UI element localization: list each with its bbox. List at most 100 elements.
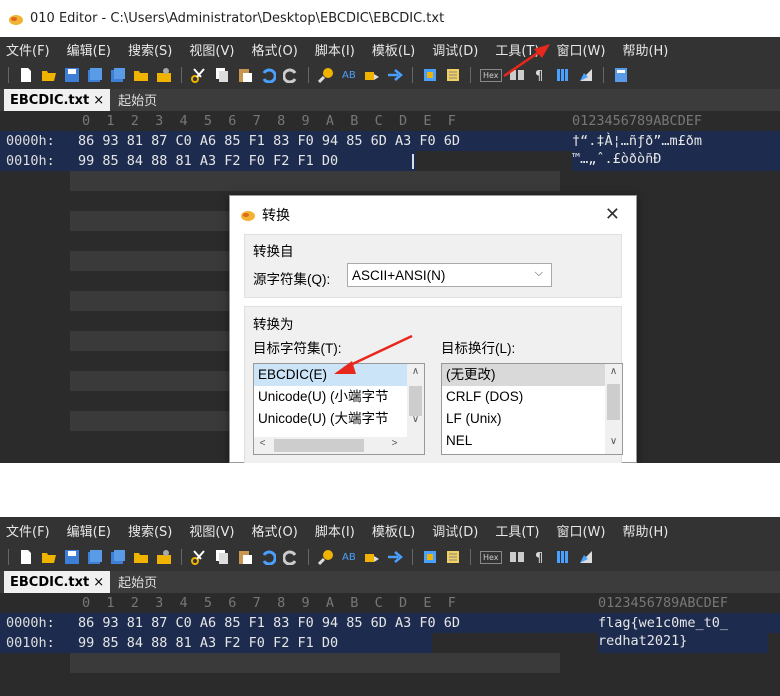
- tab-close-icon[interactable]: ×: [93, 575, 104, 590]
- list-item[interactable]: Unicode(U) (小端字节: [254, 386, 409, 408]
- menu-debug[interactable]: 调试(D): [432, 521, 478, 540]
- menu-edit[interactable]: 编辑(E): [67, 521, 111, 540]
- row-ascii[interactable]: ™…„ˆ.£òðòñÐ: [572, 151, 661, 167]
- redo-icon[interactable]: [283, 67, 299, 83]
- menu-tools[interactable]: 工具(T): [495, 521, 539, 540]
- target-newline-list[interactable]: (无更改) CRLF (DOS) LF (Unix) NEL ∧ ∨: [441, 363, 623, 455]
- menu-script[interactable]: 脚本(I): [315, 40, 355, 59]
- new-file-icon[interactable]: [18, 549, 34, 565]
- scroll-right-icon[interactable]: >: [386, 438, 403, 449]
- hex-row[interactable]: 0000h: 86 93 81 87 C0 A6 85 F1 83 F0 94 …: [0, 131, 780, 151]
- menu-window[interactable]: 窗口(W): [556, 40, 605, 59]
- new-file-icon[interactable]: [18, 67, 34, 83]
- scroll-down-icon[interactable]: ∨: [407, 414, 424, 425]
- columns-icon[interactable]: [509, 549, 525, 565]
- menu-window[interactable]: 窗口(W): [556, 521, 605, 540]
- menu-tools[interactable]: 工具(T): [495, 40, 539, 59]
- menu-file[interactable]: 文件(F): [6, 40, 50, 59]
- menu-debug[interactable]: 调试(D): [432, 40, 478, 59]
- open-folder-icon[interactable]: [41, 67, 57, 83]
- source-charset-select[interactable]: ASCII+ANSI(N) ⌵: [347, 263, 552, 287]
- hex-row[interactable]: 0010h: 99 85 84 88 81 A3 F2 F0 F2 F1 D0: [0, 151, 416, 171]
- highlight-icon[interactable]: [578, 67, 594, 83]
- row-ascii[interactable]: flag{we1c0me_t0_: [598, 613, 728, 633]
- row-ascii[interactable]: †“.‡À¦…ñƒð”…m£ðm: [572, 131, 702, 151]
- scroll-down-icon[interactable]: ∨: [605, 436, 622, 447]
- menu-format[interactable]: 格式(O): [251, 521, 297, 540]
- folder-icon[interactable]: [133, 549, 149, 565]
- highlight-icon[interactable]: [578, 549, 594, 565]
- save-all-icon[interactable]: [110, 549, 126, 565]
- columns-icon[interactable]: [509, 67, 525, 83]
- save-all-icon[interactable]: [110, 67, 126, 83]
- target-charset-list[interactable]: EBCDIC(E) Unicode(U) (小端字节 Unicode(U) (大…: [253, 363, 425, 455]
- menu-help[interactable]: 帮助(H): [622, 521, 668, 540]
- row-bytes[interactable]: 86 93 81 87 C0 A6 85 F1 83 F0 94 85 6D A…: [78, 131, 460, 151]
- list-item[interactable]: CRLF (DOS): [442, 386, 607, 408]
- pilcrow-icon[interactable]: ¶: [532, 67, 548, 83]
- menu-search[interactable]: 搜索(S): [128, 40, 172, 59]
- list-item[interactable]: EBCDIC(E): [254, 364, 409, 386]
- menu-search[interactable]: 搜索(S): [128, 521, 172, 540]
- inspector-icon[interactable]: [555, 67, 571, 83]
- save-as-icon[interactable]: [87, 67, 103, 83]
- find-in-files-icon[interactable]: [364, 67, 380, 83]
- goto-icon[interactable]: [387, 549, 403, 565]
- find-icon[interactable]: [318, 67, 334, 83]
- menu-view[interactable]: 视图(V): [189, 521, 234, 540]
- workspace-icon[interactable]: [156, 549, 172, 565]
- row-ascii[interactable]: redhat2021}: [598, 633, 687, 649]
- scroll-left-icon[interactable]: <: [254, 438, 271, 449]
- dialog-close-button[interactable]: ✕: [605, 204, 620, 225]
- vertical-scrollbar[interactable]: ∧ ∨: [407, 364, 424, 454]
- copy-icon[interactable]: [214, 67, 230, 83]
- hex-row[interactable]: 0000h: 86 93 81 87 C0 A6 85 F1 83 F0 94 …: [0, 613, 780, 633]
- script-icon[interactable]: [445, 549, 461, 565]
- save-icon[interactable]: [64, 67, 80, 83]
- menu-file[interactable]: 文件(F): [6, 521, 50, 540]
- calculator-icon[interactable]: [613, 67, 629, 83]
- menu-help[interactable]: 帮助(H): [622, 40, 668, 59]
- find-icon[interactable]: [318, 549, 334, 565]
- cut-icon[interactable]: [191, 549, 207, 565]
- template-icon[interactable]: [422, 67, 438, 83]
- row-bytes[interactable]: 99 85 84 88 81 A3 F2 F0 F2 F1 D0: [78, 151, 338, 171]
- tab-start-page[interactable]: 起始页: [110, 570, 165, 593]
- paste-icon[interactable]: [237, 67, 253, 83]
- menu-script[interactable]: 脚本(I): [315, 521, 355, 540]
- scroll-thumb[interactable]: [274, 439, 364, 452]
- scroll-up-icon[interactable]: ∧: [605, 366, 622, 377]
- save-as-icon[interactable]: [87, 549, 103, 565]
- undo-icon[interactable]: [260, 67, 276, 83]
- row-bytes[interactable]: 99 85 84 88 81 A3 F2 F0 F2 F1 D0: [78, 633, 338, 653]
- tab-start-page[interactable]: 起始页: [110, 88, 165, 111]
- hex-editor[interactable]: 0 1 2 3 4 5 6 7 8 9 A B C D E F 01234567…: [0, 593, 780, 673]
- tab-ebcdic-txt[interactable]: EBCDIC.txt ×: [4, 571, 111, 593]
- vertical-scrollbar[interactable]: ∧ ∨: [605, 364, 622, 454]
- scroll-thumb[interactable]: [409, 386, 422, 416]
- hex-row[interactable]: 0010h: 99 85 84 88 81 A3 F2 F0 F2 F1 D0: [0, 633, 432, 653]
- paste-icon[interactable]: [237, 549, 253, 565]
- hex-mode-button[interactable]: Hex: [480, 550, 502, 564]
- scroll-thumb[interactable]: [607, 384, 620, 420]
- cut-icon[interactable]: [191, 67, 207, 83]
- list-item[interactable]: Unicode(U) (大端字节: [254, 408, 409, 430]
- script-icon[interactable]: [445, 67, 461, 83]
- undo-icon[interactable]: [260, 549, 276, 565]
- list-item[interactable]: LF (Unix): [442, 408, 607, 430]
- menu-view[interactable]: 视图(V): [189, 40, 234, 59]
- replace-icon[interactable]: AB: [341, 549, 357, 565]
- pilcrow-icon[interactable]: ¶: [532, 549, 548, 565]
- menu-format[interactable]: 格式(O): [251, 40, 297, 59]
- redo-icon[interactable]: [283, 549, 299, 565]
- template-icon[interactable]: [422, 549, 438, 565]
- save-icon[interactable]: [64, 549, 80, 565]
- tab-close-icon[interactable]: ×: [93, 93, 104, 108]
- open-folder-icon[interactable]: [41, 549, 57, 565]
- scroll-up-icon[interactable]: ∧: [407, 366, 424, 377]
- tab-ebcdic-txt[interactable]: EBCDIC.txt ×: [4, 89, 111, 111]
- menu-template[interactable]: 模板(L): [372, 40, 415, 59]
- goto-icon[interactable]: [387, 67, 403, 83]
- copy-icon[interactable]: [214, 549, 230, 565]
- hex-mode-button[interactable]: Hex: [480, 68, 502, 82]
